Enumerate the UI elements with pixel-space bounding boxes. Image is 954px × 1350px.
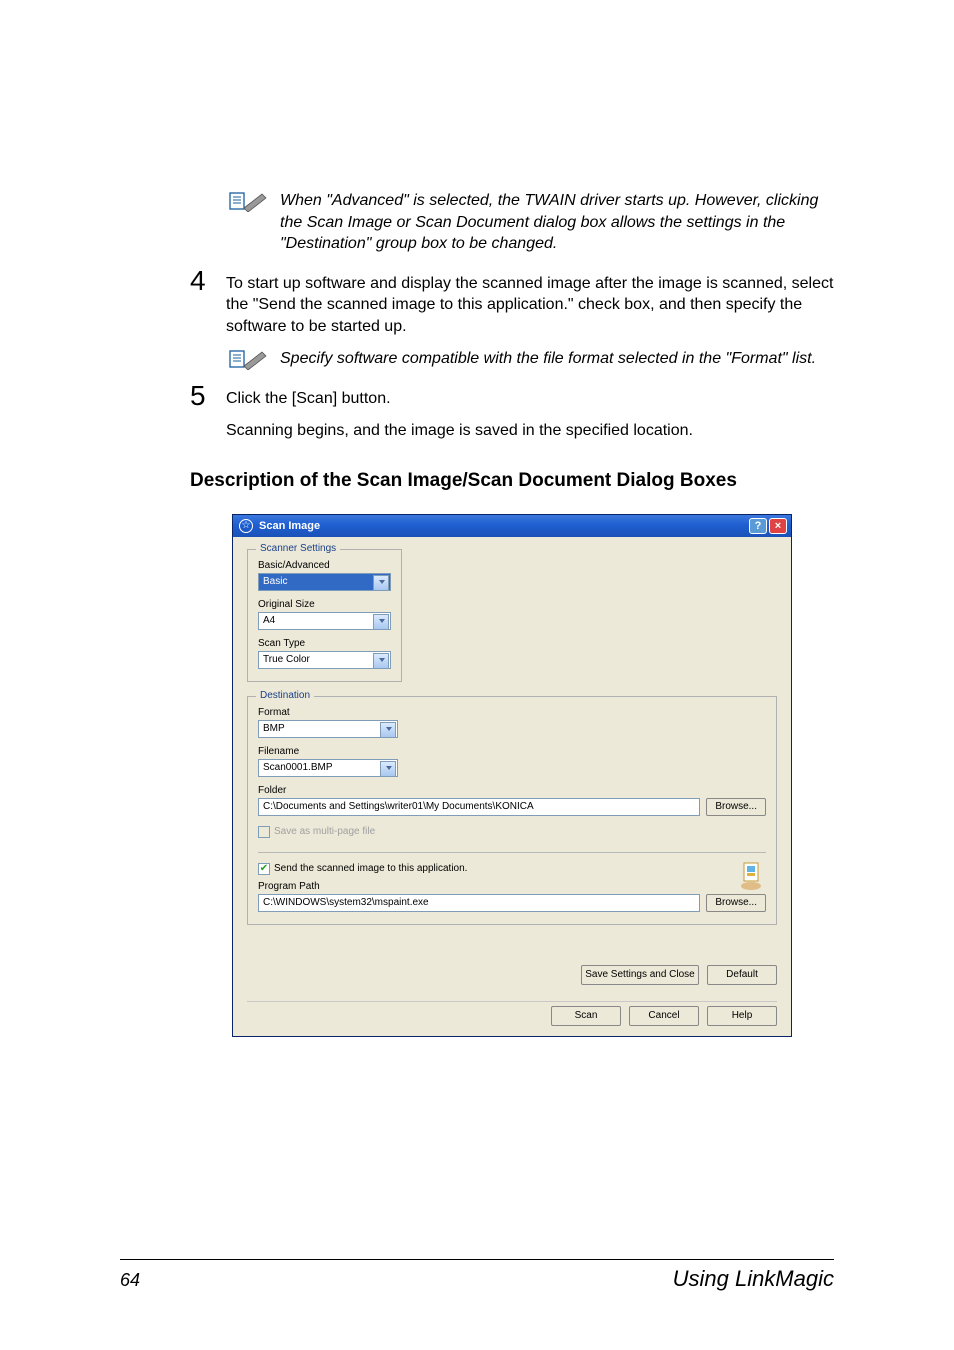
basic-advanced-label: Basic/Advanced — [258, 560, 391, 571]
page-number: 64 — [120, 1270, 140, 1291]
section-heading: Description of the Scan Image/Scan Docum… — [190, 469, 834, 494]
destination-group: Destination Format BMP Filename Scan0001… — [247, 696, 777, 925]
send-to-app-label: Send the scanned image to this applicati… — [274, 863, 467, 874]
dialog-title: Scan Image — [259, 520, 747, 532]
format-label: Format — [258, 707, 766, 718]
scanner-settings-group: Scanner Settings Basic/Advanced Basic Or… — [247, 549, 402, 682]
scan-type-label: Scan Type — [258, 638, 391, 649]
multipage-label: Save as multi-page file — [274, 826, 375, 837]
filename-label: Filename — [258, 746, 766, 757]
note-text-2: Specify software compatible with the fil… — [280, 348, 834, 370]
note-icon — [228, 348, 268, 370]
filename-combo[interactable]: Scan0001.BMP — [258, 759, 398, 777]
basic-advanced-combo[interactable]: Basic — [258, 573, 391, 591]
send-to-app-checkbox[interactable]: ✔ — [258, 863, 270, 875]
help-button-titlebar[interactable]: ? — [749, 518, 767, 534]
note-icon — [228, 190, 268, 212]
step-5-subtext: Scanning begins, and the image is saved … — [226, 420, 834, 442]
scan-type-combo[interactable]: True Color — [258, 651, 391, 669]
mspaint-icon — [738, 861, 764, 894]
step-number-4: 4 — [190, 267, 220, 295]
multipage-checkbox — [258, 826, 270, 838]
program-path-input[interactable]: C:\WINDOWS\system32\mspaint.exe — [258, 894, 700, 912]
original-size-combo[interactable]: A4 — [258, 612, 391, 630]
step-number-5: 5 — [190, 382, 220, 410]
app-icon: ☆ — [239, 519, 253, 533]
help-button[interactable]: Help — [707, 1006, 777, 1026]
step-text-5: Click the [Scan] button. — [226, 382, 834, 410]
step-text-4: To start up software and display the sca… — [226, 267, 834, 338]
program-path-label: Program Path — [258, 881, 766, 892]
cancel-button[interactable]: Cancel — [629, 1006, 699, 1026]
destination-legend: Destination — [256, 690, 314, 701]
close-button-titlebar[interactable]: × — [769, 518, 787, 534]
save-settings-close-button[interactable]: Save Settings and Close — [581, 965, 699, 985]
scan-image-dialog: ☆ Scan Image ? × Scanner Settings Basic/… — [232, 514, 792, 1037]
folder-label: Folder — [258, 785, 766, 796]
scan-button[interactable]: Scan — [551, 1006, 621, 1026]
format-combo[interactable]: BMP — [258, 720, 398, 738]
default-button[interactable]: Default — [707, 965, 777, 985]
folder-input[interactable]: C:\Documents and Settings\writer01\My Do… — [258, 798, 700, 816]
browse-program-button[interactable]: Browse... — [706, 894, 766, 912]
scanner-settings-legend: Scanner Settings — [256, 543, 340, 554]
note-text-1: When "Advanced" is selected, the TWAIN d… — [280, 190, 834, 255]
original-size-label: Original Size — [258, 599, 391, 610]
chapter-title: Using LinkMagic — [673, 1266, 834, 1292]
browse-folder-button[interactable]: Browse... — [706, 798, 766, 816]
